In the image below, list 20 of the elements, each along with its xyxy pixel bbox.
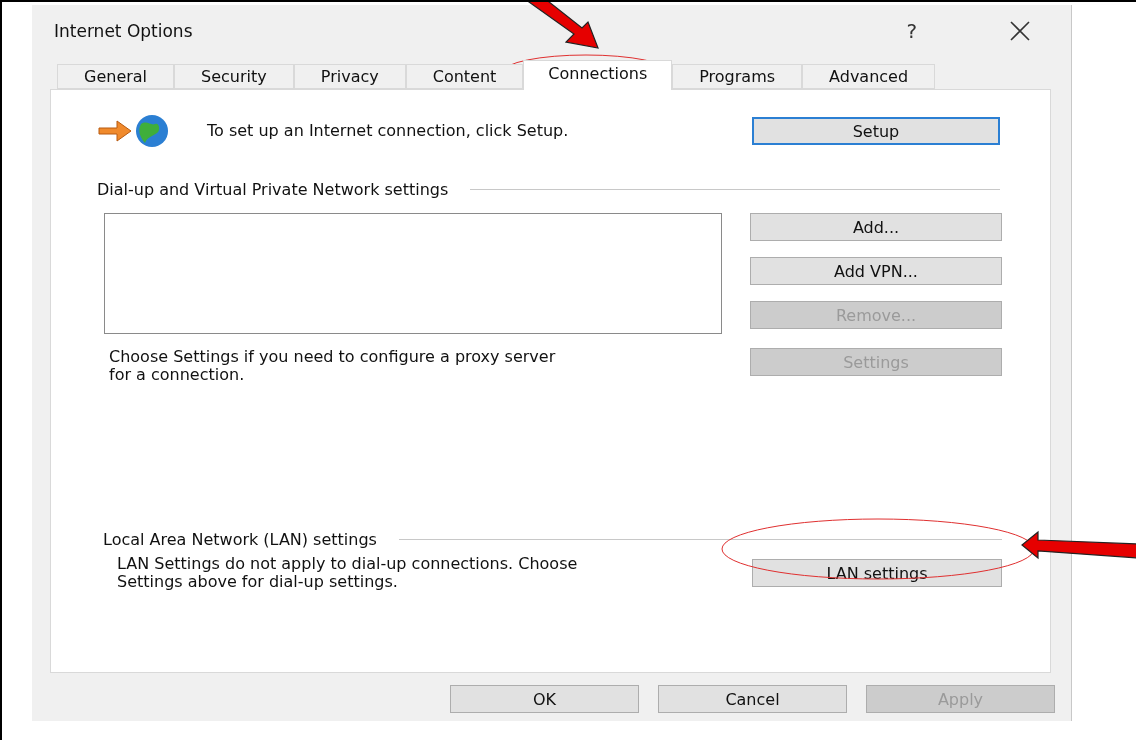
- tab[interactable]: Security: [174, 64, 294, 89]
- section-heading: Dial-up and Virtual Private Network settings: [97, 180, 449, 199]
- tab[interactable]: Programs: [672, 64, 803, 89]
- section-heading: Local Area Network (LAN) settings: [103, 530, 377, 549]
- proxy-note: Choose Settings if you need to configure a proxy server for a connection.: [109, 348, 557, 384]
- lan-settings-button[interactable]: LAN settings: [752, 559, 1002, 587]
- tab[interactable]: Advanced: [802, 64, 936, 89]
- lan-note: LAN Settings do not apply to dial-up connections. Choose Settings above for dial-up settings.: [117, 555, 579, 591]
- dialup-button[interactable]: Add VPN...: [750, 257, 1002, 285]
- tab[interactable]: General: [57, 64, 175, 89]
- tab[interactable]: Content: [405, 64, 524, 89]
- dialup-button[interactable]: Add...: [750, 213, 1002, 241]
- tab[interactable]: Privacy: [293, 64, 406, 89]
- dialog-button[interactable]: Cancel: [658, 685, 847, 713]
- tab[interactable]: Connections: [523, 60, 673, 90]
- window-title: Internet Options: [54, 21, 194, 41]
- setup-text: To set up an Internet connection, click Setup.: [207, 122, 570, 140]
- setup-button[interactable]: Setup: [752, 117, 1000, 145]
- help-button[interactable]: ?: [906, 19, 917, 43]
- dialog-button[interactable]: OK: [450, 685, 639, 713]
